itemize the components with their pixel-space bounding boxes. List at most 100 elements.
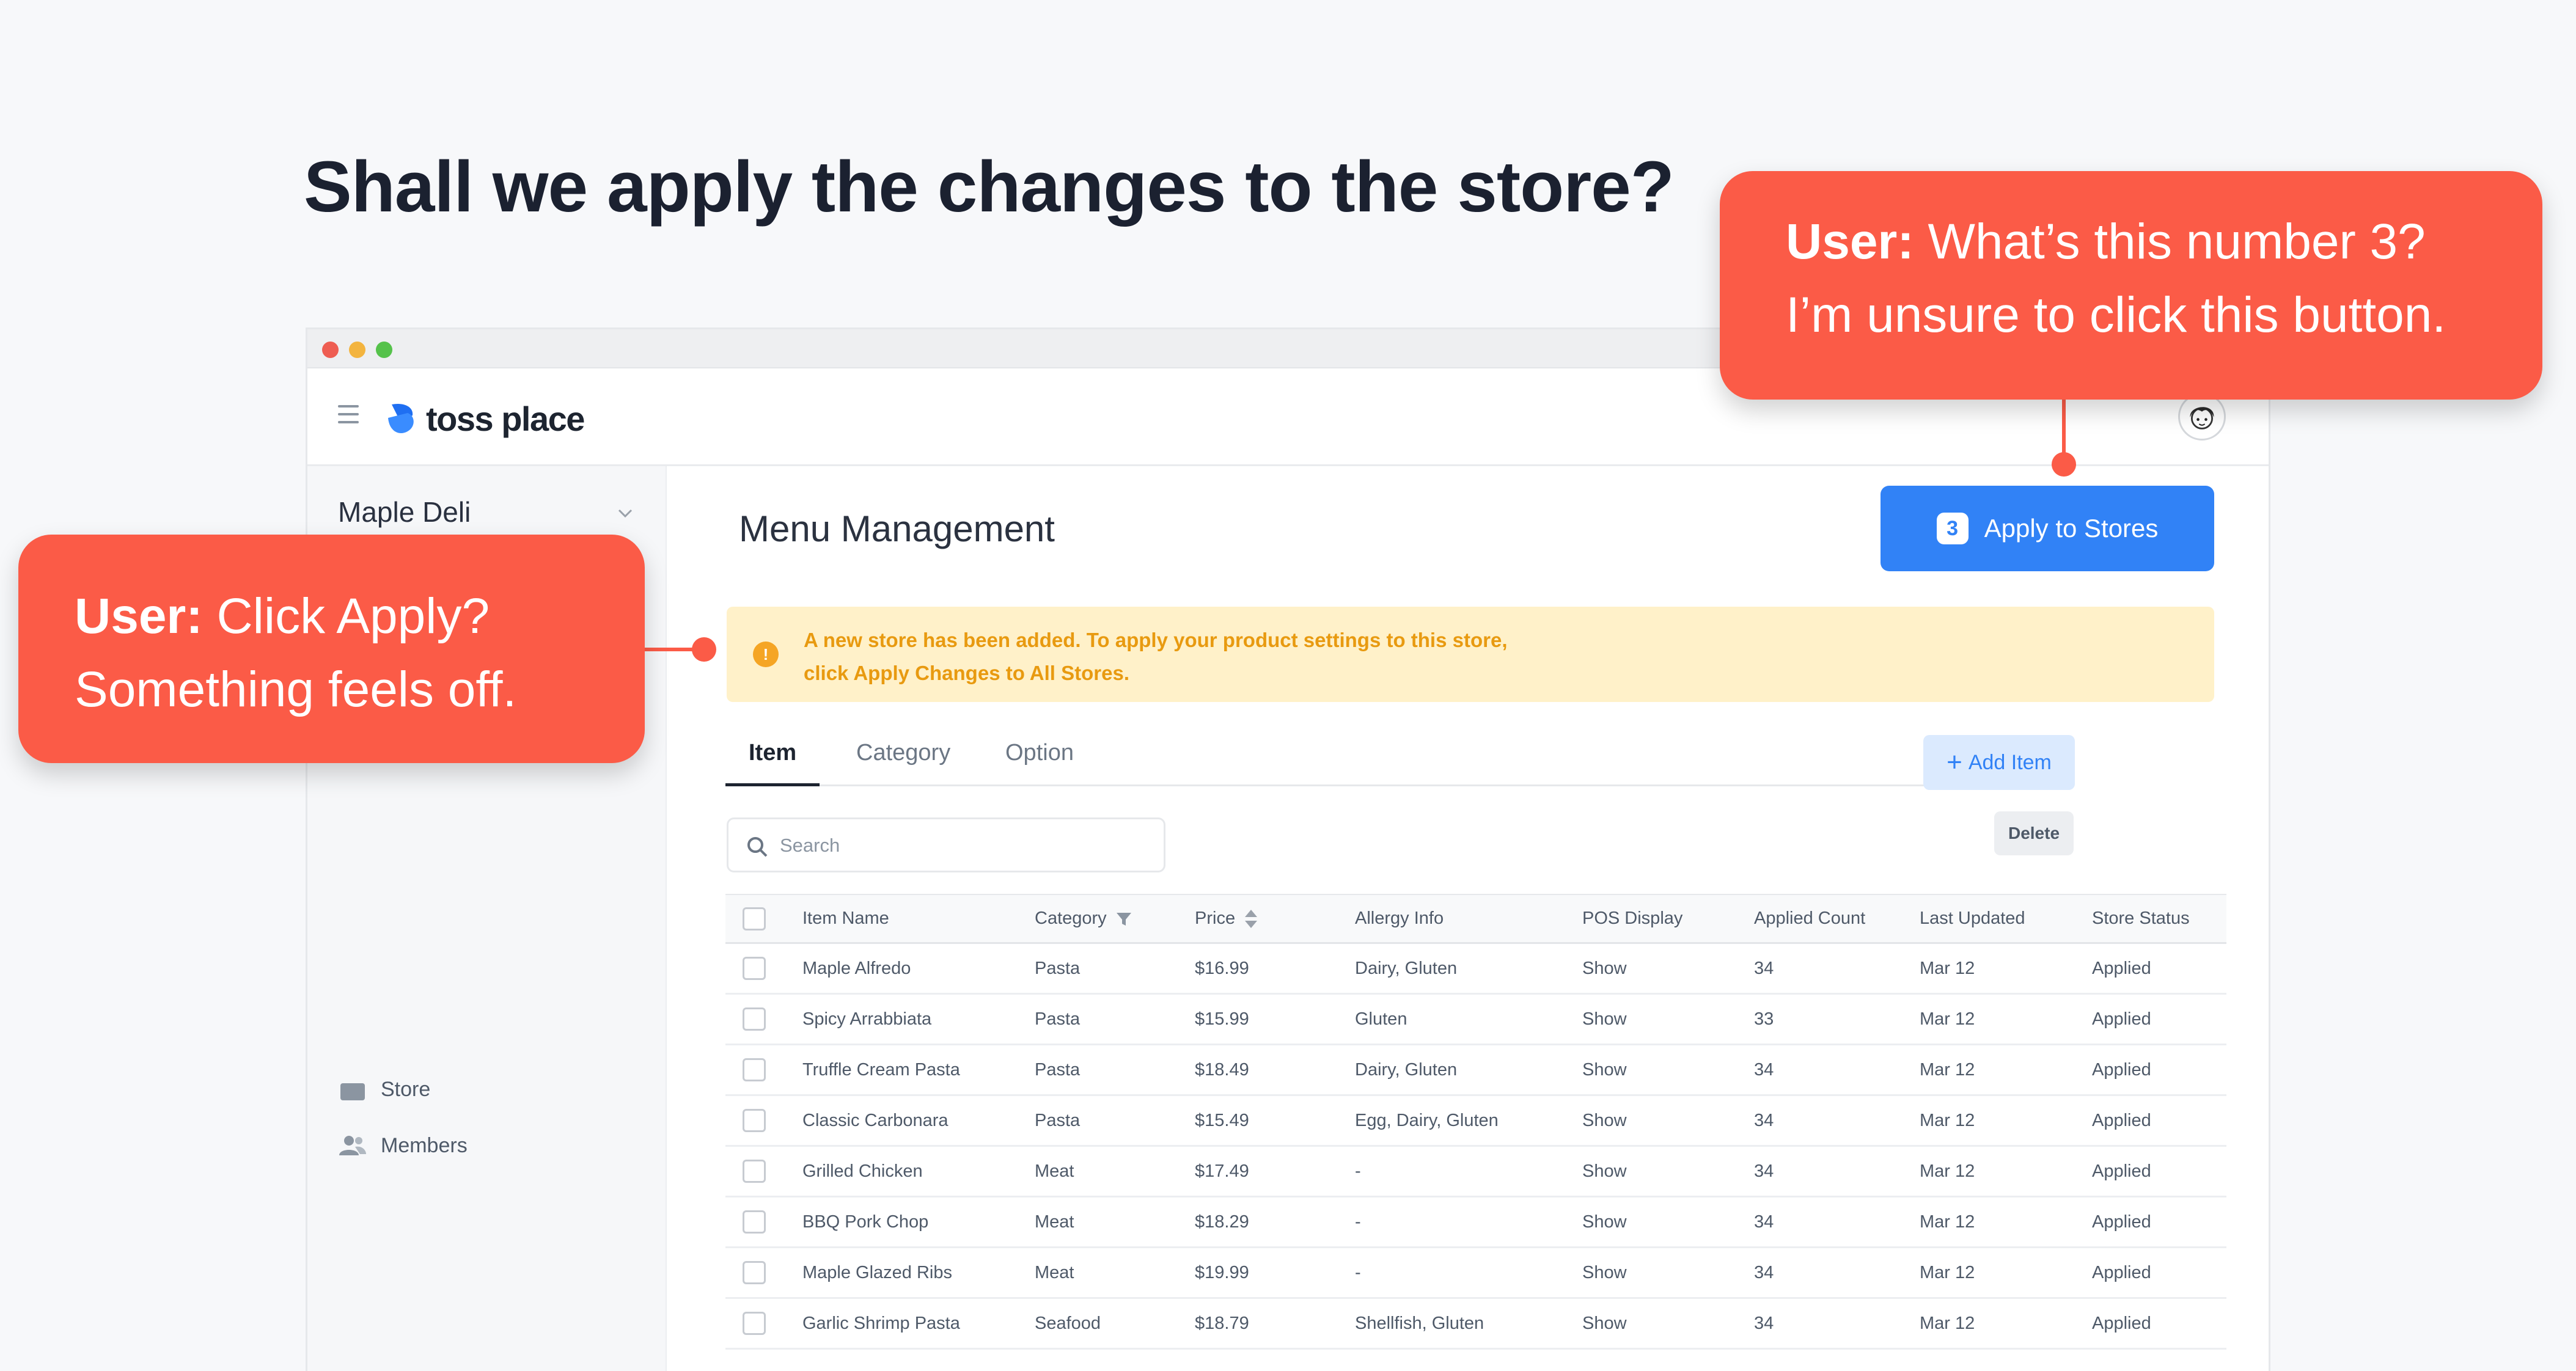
- tab-bar: Item Category Option: [725, 740, 2039, 786]
- cell-category: Meat: [1035, 1212, 1074, 1232]
- column-header-item-name[interactable]: Item Name: [802, 895, 889, 942]
- cell-applied-count: 34: [1754, 1110, 1774, 1130]
- cell-store-status: Applied: [2092, 1009, 2151, 1029]
- column-header-allergy[interactable]: Allergy Info: [1355, 895, 1444, 942]
- column-header-pos-display[interactable]: POS Display: [1582, 895, 1682, 942]
- table-row[interactable]: Maple Alfredo Pasta $16.99 Dairy, Gluten Sho…: [725, 944, 2226, 995]
- callout-text: Something feels off.: [75, 662, 517, 717]
- column-header-store-status[interactable]: Store Status: [2092, 895, 2190, 942]
- cell-last-updated: Mar 12: [1920, 1161, 1975, 1181]
- callout-text: Click Apply?: [216, 588, 490, 644]
- cell-item-name: Garlic Shrimp Pasta: [802, 1313, 960, 1333]
- cell-applied-count: 34: [1754, 1161, 1774, 1181]
- cell-applied-count: 33: [1754, 1009, 1774, 1029]
- table-row[interactable]: Maple Glazed Ribs Meat $19.99 - Show 34 Mar 12…: [725, 1248, 2226, 1299]
- avatar[interactable]: [2178, 393, 2226, 441]
- cell-category: Meat: [1035, 1161, 1074, 1181]
- row-checkbox[interactable]: [743, 1312, 766, 1335]
- column-header-category[interactable]: Category: [1035, 895, 1132, 942]
- row-checkbox[interactable]: [743, 1109, 766, 1132]
- cell-price: $18.79: [1195, 1313, 1249, 1333]
- row-checkbox[interactable]: [743, 1210, 766, 1234]
- main-content: Menu Management 3 Apply to Stores ! A ne…: [667, 466, 2269, 1371]
- cell-category: Seafood: [1035, 1313, 1101, 1333]
- cell-item-name: Spicy Arrabbiata: [802, 1009, 932, 1029]
- table-row[interactable]: Spicy Arrabbiata Pasta $15.99 Gluten Show 33 M…: [725, 995, 2226, 1045]
- row-checkbox[interactable]: [743, 1160, 766, 1183]
- cell-store-status: Applied: [2092, 1161, 2151, 1181]
- cell-category: Pasta: [1035, 1059, 1081, 1080]
- cell-pos-display: Show: [1582, 1262, 1627, 1282]
- add-item-button[interactable]: + Add Item: [1923, 735, 2075, 790]
- cell-applied-count: 34: [1754, 1059, 1774, 1080]
- delete-button[interactable]: Delete: [1994, 811, 2074, 855]
- menu-icon[interactable]: [338, 405, 359, 423]
- cell-allergy-info: -: [1355, 1161, 1361, 1181]
- cell-pos-display: Show: [1582, 1161, 1627, 1181]
- sidebar-item-members[interactable]: Members: [338, 1133, 468, 1158]
- sort-icon[interactable]: [1244, 909, 1258, 929]
- table-row[interactable]: Garlic Shrimp Pasta Seafood $18.79 Shellfis…: [725, 1299, 2226, 1350]
- cell-price: $16.99: [1195, 958, 1249, 978]
- select-all-checkbox[interactable]: [743, 907, 766, 930]
- cell-last-updated: Mar 12: [1920, 1059, 1975, 1080]
- cell-pos-display: Show: [1582, 1059, 1627, 1080]
- cell-price: $17.49: [1195, 1161, 1249, 1181]
- maximize-window-button[interactable]: [376, 342, 392, 358]
- tab-category[interactable]: Category: [856, 740, 950, 786]
- apply-to-stores-button[interactable]: 3 Apply to Stores: [1881, 486, 2214, 571]
- filter-icon[interactable]: [1115, 910, 1132, 927]
- table-row[interactable]: Grilled Chicken Meat $17.49 - Show 34 Mar 12 Ap…: [725, 1147, 2226, 1197]
- search-input[interactable]: [780, 830, 1147, 861]
- cell-store-status: Applied: [2092, 1212, 2151, 1232]
- row-checkbox[interactable]: [743, 957, 766, 980]
- cell-allergy-info: Egg, Dairy, Gluten: [1355, 1110, 1499, 1130]
- cell-allergy-info: Shellfish, Gluten: [1355, 1313, 1484, 1333]
- column-header-last-updated[interactable]: Last Updated: [1920, 895, 2025, 942]
- search-icon: [747, 837, 768, 857]
- cell-applied-count: 34: [1754, 1313, 1774, 1333]
- store-selector[interactable]: Maple Deli: [338, 495, 471, 528]
- callout-connector: [2062, 400, 2066, 461]
- cell-item-name: Maple Alfredo: [802, 958, 911, 978]
- cell-applied-count: 34: [1754, 958, 1774, 978]
- cell-pos-display: Show: [1582, 958, 1627, 978]
- warning-icon: !: [753, 642, 779, 667]
- headline: Shall we apply the changes to the store?: [304, 147, 1675, 227]
- user-feedback-callout: User: What’s this number 3? I’m unsure t…: [1720, 171, 2542, 400]
- table-body: Maple Alfredo Pasta $16.99 Dairy, Gluten Sho…: [725, 944, 2226, 1350]
- app-window: toss place Maple Deli Store Members Menu…: [306, 327, 2270, 1371]
- cell-category: Pasta: [1035, 1009, 1081, 1029]
- new-store-alert: ! A new store has been added. To apply y…: [727, 607, 2214, 702]
- cell-applied-count: 34: [1754, 1262, 1774, 1282]
- row-checkbox[interactable]: [743, 1058, 766, 1081]
- cell-category: Pasta: [1035, 1110, 1081, 1130]
- cell-last-updated: Mar 12: [1920, 1212, 1975, 1232]
- tab-option[interactable]: Option: [1005, 740, 1074, 786]
- table-row[interactable]: Truffle Cream Pasta Pasta $18.49 Dairy, Glu…: [725, 1045, 2226, 1096]
- row-checkbox[interactable]: [743, 1261, 766, 1284]
- table-row[interactable]: Classic Carbonara Pasta $15.49 Egg, Dairy, …: [725, 1096, 2226, 1147]
- chevron-down-icon[interactable]: [616, 504, 634, 522]
- add-item-label: Add Item: [1968, 750, 2052, 774]
- column-header-price[interactable]: Price: [1195, 895, 1258, 942]
- cell-last-updated: Mar 12: [1920, 1262, 1975, 1282]
- cell-allergy-info: Gluten: [1355, 1009, 1407, 1029]
- cell-price: $15.99: [1195, 1009, 1249, 1029]
- column-label: Price: [1195, 909, 1236, 928]
- logo[interactable]: toss place: [383, 394, 585, 443]
- tab-item[interactable]: Item: [725, 740, 820, 786]
- cell-item-name: Classic Carbonara: [802, 1110, 949, 1130]
- apply-button-label: Apply to Stores: [1984, 514, 2159, 543]
- sidebar-item-store[interactable]: Store: [338, 1077, 430, 1102]
- row-checkbox[interactable]: [743, 1007, 766, 1031]
- callout-speaker: User:: [1786, 214, 1914, 269]
- cell-item-name: Truffle Cream Pasta: [802, 1059, 960, 1080]
- column-header-applied-count[interactable]: Applied Count: [1754, 895, 1865, 942]
- table-row[interactable]: BBQ Pork Chop Meat $18.29 - Show 34 Mar 12 Appl…: [725, 1197, 2226, 1248]
- logo-text: toss place: [426, 399, 585, 438]
- close-window-button[interactable]: [322, 342, 339, 358]
- callout-speaker: User:: [75, 588, 203, 644]
- callout-pointer-dot: [2052, 452, 2076, 477]
- minimize-window-button[interactable]: [349, 342, 365, 358]
